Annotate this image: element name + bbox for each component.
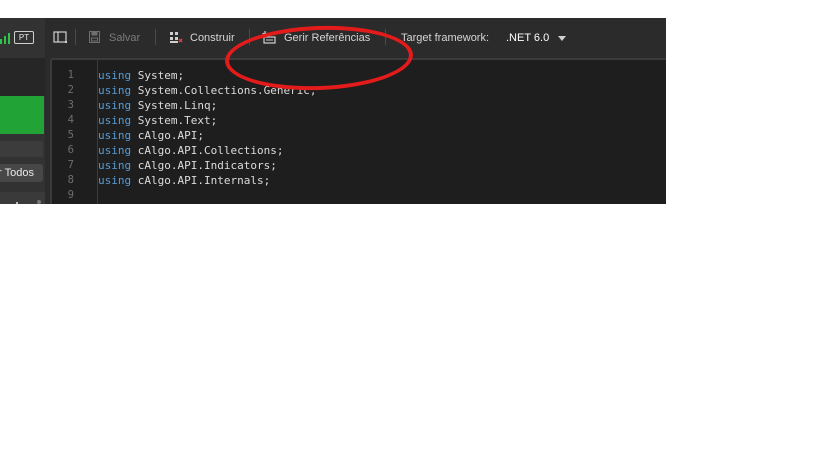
line-number: 6 (67, 144, 74, 156)
line-number: 5 (67, 129, 74, 141)
keyword: using (98, 144, 132, 157)
code-text: System; (131, 69, 185, 82)
keyword: using (98, 69, 132, 82)
target-framework-value: .NET 6.0 (506, 32, 550, 44)
code-text: cAlgo.API.Indicators; (131, 159, 277, 172)
left-panel-section (0, 58, 45, 96)
toggle-panel-icon[interactable] (53, 31, 67, 43)
keyword: using (98, 99, 132, 112)
line-number: 4 (67, 114, 74, 126)
language-badge[interactable]: PT (14, 31, 34, 44)
algo-editor-window: PT r Todos Salvar Construir Gerir Referê… (0, 18, 666, 204)
save-icon (89, 31, 100, 43)
toolbar-separator (75, 29, 76, 45)
code-area[interactable]: using System; using System.Collections.G… (98, 68, 317, 203)
line-number-gutter: 1 2 3 4 5 6 7 8 9 (52, 68, 82, 203)
line-number: 3 (67, 99, 74, 111)
line-number: 2 (67, 84, 74, 96)
chevron-down-icon (558, 36, 566, 41)
references-icon (262, 31, 276, 44)
toolbar-separator (385, 29, 386, 45)
left-panel: PT r Todos (0, 18, 45, 204)
select-all-label: r Todos (0, 167, 34, 179)
left-panel-input[interactable] (0, 141, 43, 157)
code-text: cAlgo.API; (131, 129, 204, 142)
code-text: System.Linq; (131, 99, 218, 112)
code-line: using System.Text; (98, 113, 317, 128)
target-framework-label: Target framework: (401, 32, 490, 44)
keyword: using (98, 159, 132, 172)
line-number: 1 (67, 69, 74, 81)
code-editor[interactable]: 1 2 3 4 5 6 7 8 9 using System; using Sy… (50, 58, 666, 204)
code-text: cAlgo.API.Collections; (131, 144, 284, 157)
toolbar-separator (249, 29, 250, 45)
save-label: Salvar (109, 32, 141, 44)
code-line: using cAlgo.API; (98, 128, 317, 143)
code-text: cAlgo.API.Internals; (131, 174, 271, 187)
code-text: System.Collections.Generic; (131, 84, 317, 97)
code-line: using System.Linq; (98, 98, 317, 113)
line-number: 9 (67, 189, 74, 201)
keyword: using (98, 129, 132, 142)
build-label: Construir (190, 32, 235, 44)
toolbar-separator (155, 29, 156, 45)
manage-references-label: Gerir Referências (284, 32, 371, 44)
keyword: using (98, 114, 132, 127)
code-line: using System.Collections.Generic; (98, 83, 317, 98)
signal-icon (0, 33, 10, 44)
editor-toolbar: Salvar Construir Gerir Referências Targe… (45, 18, 666, 58)
left-panel-scroll-area[interactable] (0, 192, 45, 204)
code-text: System.Text; (131, 114, 218, 127)
code-line: using cAlgo.API.Collections; (98, 143, 317, 158)
line-number: 8 (67, 174, 74, 186)
scroll-thumb[interactable] (37, 200, 41, 204)
green-action-button[interactable] (0, 96, 44, 134)
keyword: using (98, 174, 132, 187)
keyword: using (98, 84, 132, 97)
select-all-button[interactable]: r Todos (0, 164, 43, 182)
build-icon (170, 32, 183, 43)
code-line: using System; (98, 68, 317, 83)
scroll-marker (16, 202, 18, 204)
code-line: using cAlgo.API.Internals; (98, 173, 317, 188)
code-line: using cAlgo.API.Indicators; (98, 158, 317, 173)
line-number: 7 (67, 159, 74, 171)
